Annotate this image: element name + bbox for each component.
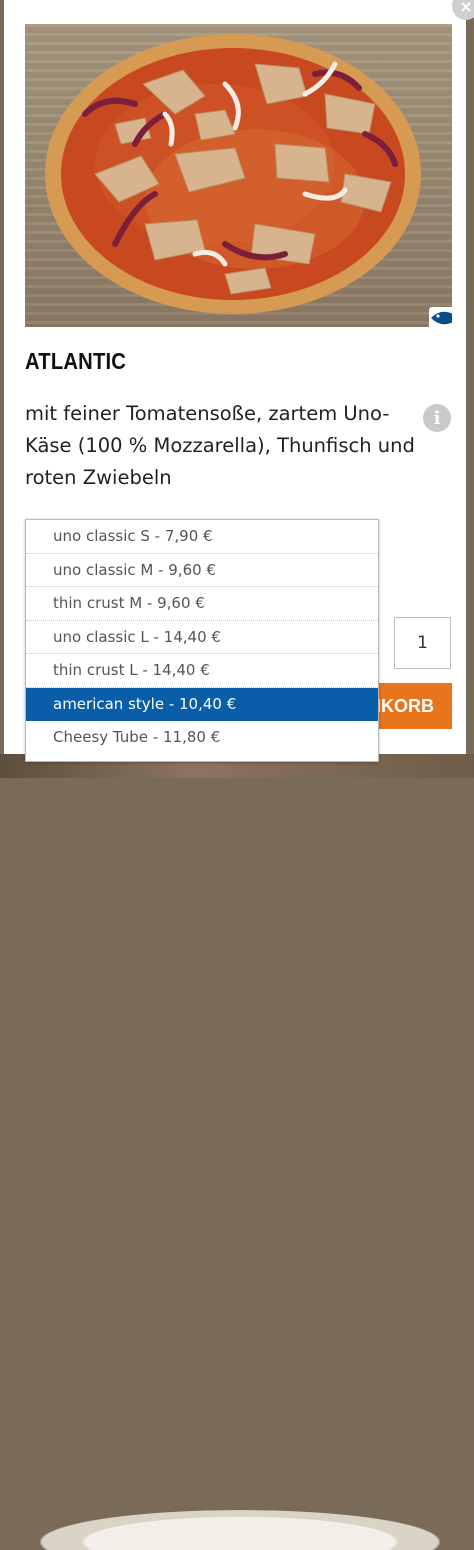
- fish-badge: [429, 307, 452, 327]
- size-dropdown[interactable]: uno classic S - 7,90 € uno classic M - 9…: [25, 519, 379, 762]
- product-title: ATLANTIC: [25, 348, 127, 374]
- info-icon[interactable]: i: [423, 404, 451, 432]
- size-option[interactable]: thin crust M - 9,60 €: [26, 587, 378, 621]
- quantity-input[interactable]: 1: [394, 617, 451, 669]
- pizza-illustration: [45, 34, 421, 314]
- product-image: [25, 24, 452, 327]
- product-description: mit feiner Tomatensoße, zartem Uno-Käse …: [25, 402, 415, 489]
- size-option[interactable]: uno classic M - 9,60 €: [26, 554, 378, 587]
- size-option[interactable]: thin crust L - 14,40 €: [26, 654, 378, 688]
- salad-image: [40, 1510, 440, 1550]
- size-option[interactable]: Cheesy Tube - 11,80 €: [26, 721, 378, 755]
- size-option[interactable]: uno classic S - 7,90 €: [26, 520, 378, 554]
- size-option[interactable]: uno classic L - 14,40 €: [26, 621, 378, 654]
- size-option-selected[interactable]: american style - 10,40 €: [26, 687, 378, 721]
- fish-icon: [431, 311, 452, 325]
